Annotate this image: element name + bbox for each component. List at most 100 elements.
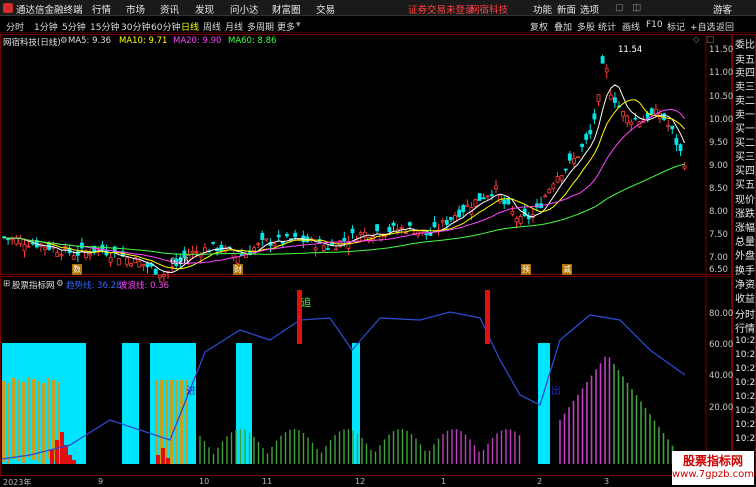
energy-bar — [32, 379, 35, 460]
event-marker[interactable]: 预 — [521, 264, 531, 275]
event-marker[interactable]: 财 — [233, 264, 243, 275]
quote-label: 换手 — [735, 266, 755, 277]
indicator-tick: 60.00 — [709, 340, 734, 350]
candle-body — [457, 209, 462, 218]
energy-bar — [27, 377, 30, 458]
candle-body — [358, 232, 363, 235]
candle-body — [264, 238, 269, 241]
candle-body — [510, 210, 515, 215]
candle-body — [502, 199, 507, 205]
candle-body — [313, 247, 318, 251]
indicator-tick: 20.00 — [709, 403, 734, 413]
candle-body — [190, 250, 195, 254]
quote-label: 买三 — [735, 152, 755, 163]
candle-body — [43, 246, 47, 250]
candle-body — [350, 228, 355, 234]
quote-label: 涨跌 — [735, 209, 755, 220]
quote-label: 涨幅 — [735, 223, 755, 234]
candle-body — [584, 133, 589, 140]
price-tick: 11.00 — [709, 68, 734, 78]
energy-bar — [7, 383, 10, 464]
energy-bar — [17, 380, 20, 461]
candle-body — [260, 232, 265, 241]
candle-body — [321, 245, 326, 251]
candle-body — [440, 220, 445, 223]
candle-body — [494, 185, 498, 190]
energy-bar — [155, 380, 158, 464]
candle-body — [621, 111, 625, 117]
candle-body — [670, 125, 675, 130]
tick-time: 10:27 — [735, 406, 756, 416]
candle-body — [157, 274, 162, 279]
high-price-label: 11.54 — [618, 45, 643, 55]
candle-body — [506, 198, 511, 205]
price-tick: 6.50 — [709, 265, 728, 275]
candle-body — [88, 253, 92, 256]
energy-bar — [47, 378, 50, 459]
tick-time: 10:27 — [735, 392, 756, 402]
quote-label: 卖四 — [735, 68, 755, 79]
quote-label: 买二 — [735, 138, 755, 149]
chart-maximize-icon[interactable]: ◇ — [693, 35, 700, 45]
candle-body — [153, 268, 158, 275]
quote-label: 外盘 — [735, 251, 755, 262]
candle-body — [547, 188, 552, 194]
candle-body — [551, 183, 556, 189]
candle-body — [649, 108, 654, 115]
chart-canvas — [1, 34, 707, 476]
quote-label: 买一 — [735, 124, 755, 135]
candle-body — [116, 258, 121, 266]
tick-time: 10:27 — [735, 434, 756, 444]
candle-body — [403, 232, 408, 234]
signal-tag: 追 — [301, 298, 311, 309]
price-tick: 7.00 — [709, 253, 728, 263]
candle-body — [481, 197, 486, 200]
tab-hangqing[interactable]: 行情 — [735, 320, 755, 335]
tick-time: 10:27 — [735, 364, 756, 374]
candle-body — [498, 194, 503, 203]
candle-body — [108, 256, 113, 263]
zone-block — [122, 343, 139, 464]
candle-body — [137, 260, 142, 268]
settings-icon[interactable]: ⚙ — [60, 36, 68, 46]
candle-body — [211, 241, 216, 244]
date-tick: 12 — [355, 477, 366, 486]
tick-time: 10:27 — [735, 350, 756, 360]
candle-body — [125, 257, 129, 265]
tab-fenshi[interactable]: 分时 — [735, 306, 755, 321]
date-tick: 10 — [199, 477, 210, 486]
candle-body — [572, 158, 576, 164]
price-tick: 11.50 — [709, 45, 734, 55]
indicator-settings-icon[interactable]: ⚙ — [56, 279, 64, 289]
candle-body — [567, 153, 572, 161]
price-tick: 9.50 — [709, 138, 728, 148]
event-marker[interactable]: 减 — [562, 264, 572, 275]
energy-bar — [180, 380, 183, 464]
candle-body — [235, 256, 240, 264]
candle-body — [342, 237, 347, 242]
event-marker[interactable]: 数 — [72, 264, 82, 275]
candle-body — [608, 94, 613, 100]
tick-time: 10:27 — [735, 378, 756, 388]
quote-label: 卖三 — [735, 82, 755, 93]
tick-time: 10:27 — [735, 336, 756, 346]
red-bar — [72, 460, 76, 464]
wave-line-label: 波浪线: 0.36 — [119, 281, 169, 291]
candle-body — [387, 226, 392, 233]
indicator-panel-icon[interactable]: ⊞ — [3, 279, 10, 289]
candle-body — [276, 234, 281, 238]
indicator-tick: 40.00 — [709, 371, 734, 381]
candle-body — [71, 255, 76, 260]
chart-restore-icon[interactable]: □ — [706, 35, 714, 45]
candle-body — [424, 233, 429, 236]
candle-body — [448, 217, 453, 220]
red-bar — [50, 450, 54, 464]
red-bar — [166, 458, 170, 464]
quote-label: 买五 — [735, 180, 755, 191]
quote-label: 卖一 — [735, 110, 755, 121]
candle-body — [485, 195, 490, 198]
candle-body — [256, 243, 261, 245]
candle-body — [674, 138, 679, 145]
indicator-tick: 80.00 — [709, 309, 734, 319]
candle-body — [477, 193, 482, 201]
